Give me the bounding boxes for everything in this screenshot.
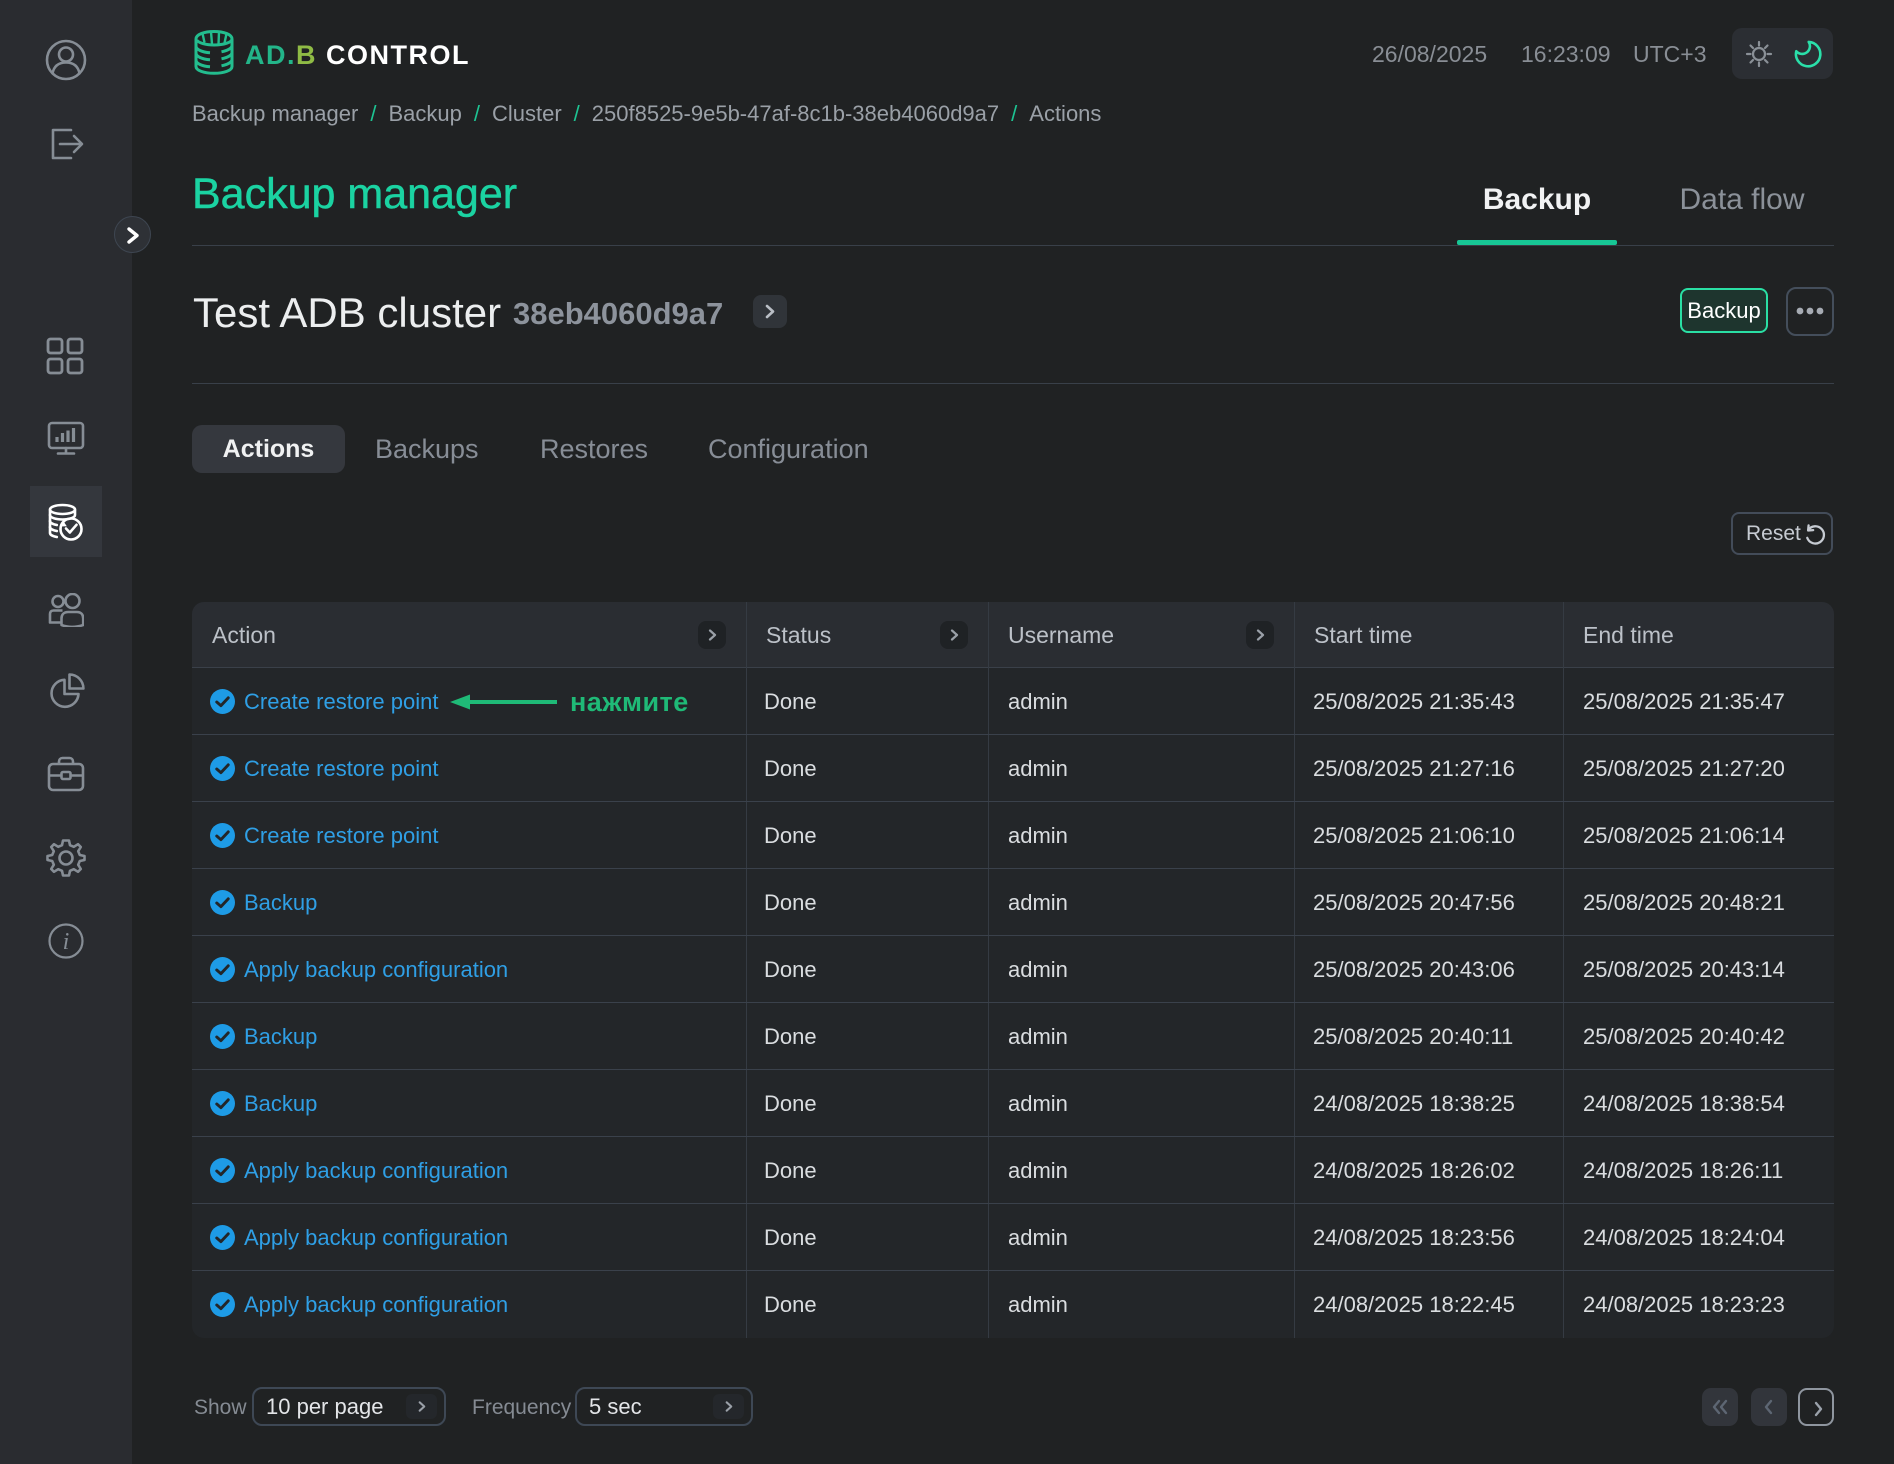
svg-text:i: i: [63, 929, 70, 955]
